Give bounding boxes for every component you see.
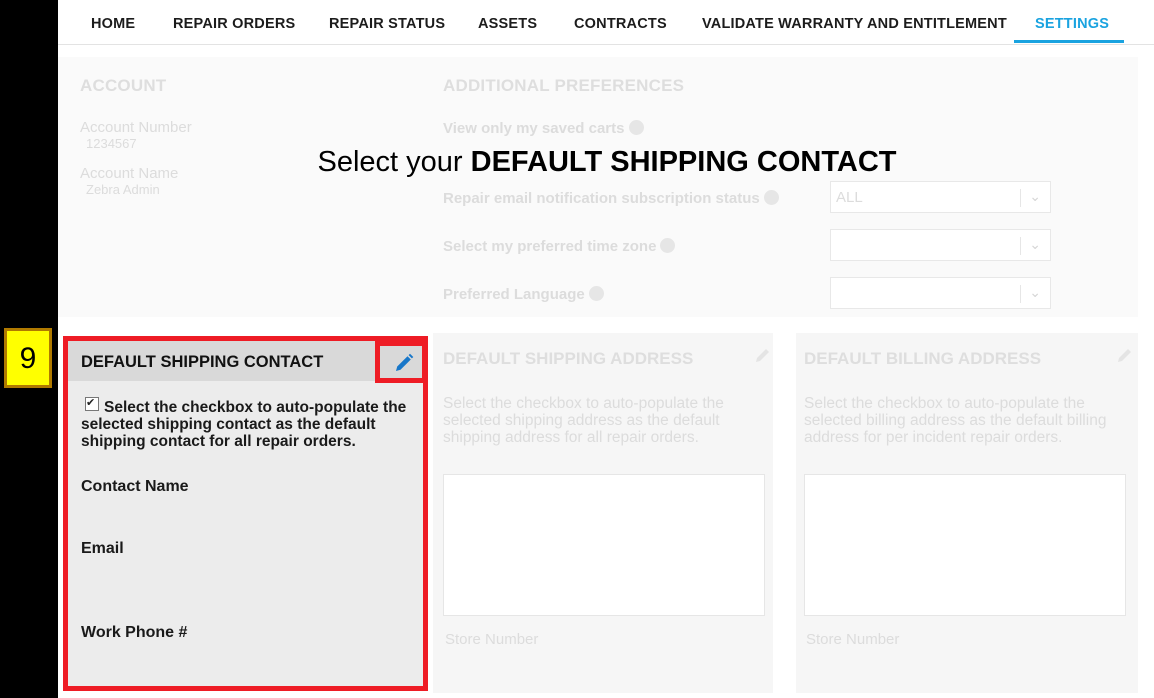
billing-address-box [804, 474, 1126, 616]
select-separator [1020, 237, 1021, 255]
instruction-emphasis: DEFAULT SHIPPING CONTACT [470, 146, 897, 178]
pencil-icon[interactable] [1115, 345, 1135, 365]
nav-repair-status[interactable]: REPAIR STATUS [329, 16, 445, 32]
billing-store-number-label: Store Number [806, 631, 900, 648]
pencil-icon[interactable] [753, 345, 773, 365]
work-phone-label: Work Phone # [81, 624, 188, 641]
info-icon [763, 190, 779, 205]
top-navigation: HOME REPAIR ORDERS REPAIR STATUS ASSETS … [58, 0, 1154, 45]
shipping-address-title: DEFAULT SHIPPING ADDRESS [443, 349, 694, 368]
repair-email-select[interactable]: ALL ⌄ [830, 181, 1051, 213]
repair-email-select-value: ALL [836, 189, 863, 206]
info-icon [660, 238, 676, 253]
checkbox-description: Select the checkbox to auto-populate the… [81, 395, 411, 450]
language-select[interactable]: ⌄ [830, 277, 1051, 309]
account-section-title: ACCOUNT [80, 76, 167, 95]
nav-settings[interactable]: SETTINGS [1035, 16, 1109, 32]
select-separator [1020, 189, 1021, 207]
additional-preferences-title: ADDITIONAL PREFERENCES [443, 76, 685, 95]
panel-title: DEFAULT SHIPPING CONTACT [81, 353, 324, 371]
chevron-down-icon: ⌄ [1029, 188, 1041, 204]
shipping-address-description: Select the checkbox to auto-populate the… [443, 395, 724, 446]
nav-repair-orders[interactable]: REPAIR ORDERS [173, 16, 295, 32]
chevron-down-icon: ⌄ [1029, 284, 1041, 300]
chevron-down-icon: ⌄ [1029, 236, 1041, 252]
shipping-address-box [443, 474, 765, 616]
panel-header: DEFAULT SHIPPING CONTACT [68, 341, 423, 381]
edit-button[interactable] [375, 341, 427, 383]
nav-contracts[interactable]: CONTRACTS [574, 16, 667, 32]
instruction-heading: Select your DEFAULT SHIPPING CONTACT [0, 146, 1154, 179]
default-shipping-contact-panel: DEFAULT SHIPPING CONTACT Select the chec… [63, 336, 428, 691]
info-icon [628, 120, 644, 135]
instruction-prefix: Select your [317, 146, 471, 178]
account-name-value: Zebra Admin [86, 182, 160, 197]
info-icon [588, 286, 604, 301]
email-label: Email [81, 540, 124, 557]
checkbox-text: Select the checkbox to auto-populate the… [81, 399, 407, 450]
language-label: Preferred Language [443, 286, 604, 303]
select-separator [1020, 285, 1021, 303]
repair-email-label: Repair email notification subscription s… [443, 190, 779, 207]
step-number-badge: 9 [4, 328, 52, 388]
saved-carts-label: View only my saved carts [443, 120, 644, 137]
time-zone-select[interactable]: ⌄ [830, 229, 1051, 261]
shipping-store-number-label: Store Number [445, 631, 539, 648]
default-contact-checkbox[interactable] [85, 395, 99, 412]
account-number-label: Account Number [80, 119, 192, 136]
pencil-icon [396, 353, 414, 371]
time-zone-label: Select my preferred time zone [443, 238, 676, 255]
billing-address-description: Select the checkbox to auto-populate the… [804, 395, 1107, 446]
nav-assets[interactable]: ASSETS [478, 16, 537, 32]
contact-name-label: Contact Name [81, 478, 189, 495]
nav-home[interactable]: HOME [91, 16, 135, 32]
nav-validate-warranty[interactable]: VALIDATE WARRANTY AND ENTITLEMENT [702, 16, 1007, 32]
billing-address-title: DEFAULT BILLING ADDRESS [804, 349, 1042, 368]
active-tab-indicator [1014, 40, 1124, 43]
